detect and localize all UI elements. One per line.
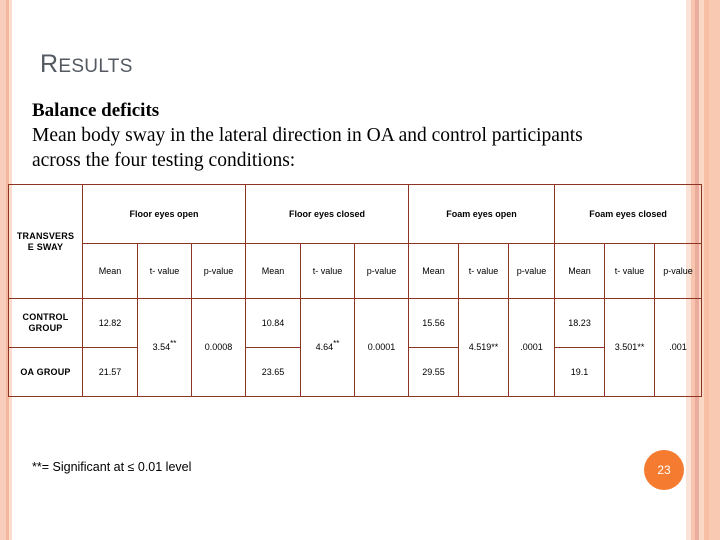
group-header-floor-eyes-closed: Floor eyes closed [245,184,410,244]
cell-mean-oa-1: 21.57 [82,347,138,397]
page-title: RESULTS [40,50,133,79]
results-table: TRANSVERS E SWAY Floor eyes open Floor e… [8,184,703,397]
body-lead: Balance deficits [32,100,160,121]
tvalue-4-marker: ** [637,342,645,352]
body-line-1: Mean body sway in the lateral direction … [32,125,583,146]
row-label-control-group: CONTROL GROUP [8,298,83,348]
cell-mean-oa-2: 23.65 [245,347,302,397]
tvalue-4-number: 3.501 [614,342,638,352]
page-title-rest: ESULTS [58,56,133,77]
row-label-oa-group: OA GROUP [8,347,83,397]
subheader-mean-3: Mean [408,243,460,299]
tvalue-2-number: 4.64 [315,342,334,352]
cell-mean-control-4: 18.23 [554,298,606,348]
subheader-tvalue-3: t- value [458,243,510,299]
group-header-floor-eyes-open: Floor eyes open [81,184,247,244]
page-title-initial: R [40,50,59,78]
cell-pvalue-1: 0.0008 [190,298,247,397]
tvalue-1-marker: ** [170,339,177,348]
subheader-pvalue-2: p-value [354,243,410,299]
cell-mean-control-3: 15.56 [408,298,460,348]
cell-tvalue-3: 4.519** [458,298,510,397]
page-number-badge: 23 [644,450,684,490]
cell-pvalue-2: 0.0001 [354,298,410,397]
tvalue-3-marker: ** [491,342,499,352]
subheader-mean-2: Mean [245,243,302,299]
tvalue-3-number: 4.519 [468,342,492,352]
subheader-mean-1: Mean [82,243,138,299]
significance-footnote: **= Significant at ≤ 0.01 level [32,460,192,474]
table-row-sub-headers: Mean t- value p-value Mean t- value p-va… [9,243,703,299]
subheader-pvalue-3: p-value [508,243,556,299]
corner-label-line-2: E SWAY [27,241,64,252]
row-label-control-line-2: GROUP [28,323,63,333]
subheader-mean-4: Mean [554,243,606,299]
table-row: CONTROL GROUP 12.82 3.54** 0.0008 10.84 … [8,298,703,397]
subheader-tvalue-4: t- value [604,243,656,299]
tvalue-1-number: 3.54 [152,342,171,352]
subheader-pvalue-1: p-value [190,243,247,299]
cell-tvalue-4: 3.501** [604,298,656,397]
cell-tvalue-2: 4.64** [300,298,356,397]
row-label-control-line-1: CONTROL [22,312,69,322]
table-row-group-headers: TRANSVERS E SWAY Floor eyes open Floor e… [8,184,703,299]
tvalue-2-marker: ** [333,339,340,348]
group-header-foam-eyes-open: Foam eyes open [408,184,556,244]
body-text: Balance deficits Mean body sway in the l… [32,98,682,173]
body-line-2: across the four testing conditions: [32,150,296,171]
subheader-tvalue-1: t- value [137,243,192,299]
cell-tvalue-1: 3.54** [137,298,192,397]
cell-mean-oa-4: 19.1 [554,347,606,397]
corner-label-cell: TRANSVERS E SWAY [8,184,83,299]
corner-label-line-1: TRANSVERS [16,230,75,241]
subheader-tvalue-2: t- value [300,243,356,299]
cell-mean-control-1: 12.82 [82,298,138,348]
cell-pvalue-3: .0001 [508,298,556,397]
cell-mean-control-2: 10.84 [245,298,302,348]
right-edge-stripe-6 [709,0,720,540]
subheader-pvalue-4: p-value [654,243,703,299]
cell-mean-oa-3: 29.55 [408,347,460,397]
cell-pvalue-4: .001 [654,298,703,397]
group-header-foam-eyes-closed: Foam eyes closed [554,184,703,244]
